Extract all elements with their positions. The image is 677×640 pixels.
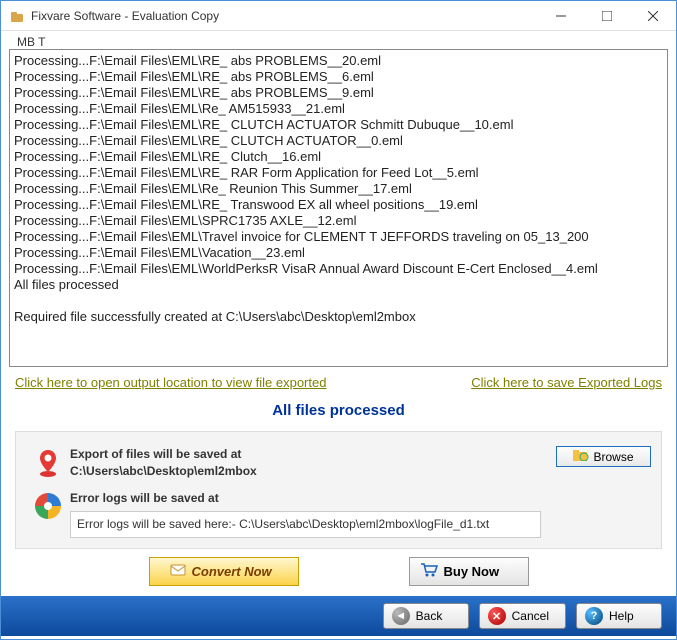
maximize-button[interactable] [584,1,630,31]
log-line: All files processed [14,277,663,293]
browse-button[interactable]: Browse [556,446,651,467]
pie-icon [26,490,70,520]
save-logs-link[interactable]: Click here to save Exported Logs [471,375,662,390]
error-path: Error logs will be saved here:- C:\Users… [70,511,541,538]
app-icon [9,8,25,24]
window-title: Fixvare Software - Evaluation Copy [31,9,538,23]
error-label: Error logs will be saved at [70,491,219,505]
log-line: Processing...F:\Email Files\EML\RE_ Tran… [14,197,663,213]
open-output-link[interactable]: Click here to open output location to vi… [15,375,326,390]
help-button[interactable]: ? Help [576,603,662,629]
log-line: Processing...F:\Email Files\EML\SPRC1735… [14,213,663,229]
log-line: Processing...F:\Email Files\EML\RE_ Clut… [14,149,663,165]
back-button[interactable]: ◄ Back [383,603,469,629]
log-line: Required file successfully created at C:… [14,309,663,325]
convert-button[interactable]: Convert Now [149,557,299,586]
cart-icon [420,562,438,581]
status-text: All files processed [9,398,668,431]
cancel-icon: ✕ [488,607,506,625]
settings-panel: Export of files will be saved at C:\User… [15,431,662,549]
location-icon [26,446,70,478]
log-line: Processing...F:\Email Files\EML\RE_ CLUT… [14,117,663,133]
log-line: Processing...F:\Email Files\EML\RE_ abs … [14,69,663,85]
log-line: Processing...F:\Email Files\EML\Vacation… [14,245,663,261]
convert-icon [170,562,186,581]
help-icon: ? [585,607,603,625]
log-line: Processing...F:\Email Files\EML\Re_ AM51… [14,101,663,117]
log-line [14,293,663,309]
titlebar: Fixvare Software - Evaluation Copy [1,1,676,31]
minimize-button[interactable] [538,1,584,31]
close-button[interactable] [630,1,676,31]
log-line: Processing...F:\Email Files\EML\RE_ CLUT… [14,133,663,149]
log-line: Processing...F:\Email Files\EML\Travel i… [14,229,663,245]
footer-bar: ◄ Back ✕ Cancel ? Help [1,596,676,636]
cancel-button[interactable]: ✕ Cancel [479,603,566,629]
export-label: Export of files will be saved at [70,447,241,461]
truncated-header: MB T [9,35,668,49]
log-line: Processing...F:\Email Files\EML\WorldPer… [14,261,663,277]
folder-icon [573,449,589,464]
buy-button[interactable]: Buy Now [409,557,529,586]
log-line: Processing...F:\Email Files\EML\RE_ RAR … [14,165,663,181]
log-line: Processing...F:\Email Files\EML\RE_ abs … [14,85,663,101]
log-line: Processing...F:\Email Files\EML\Re_ Reun… [14,181,663,197]
log-output[interactable]: Processing...F:\Email Files\EML\RE_ abs … [9,49,668,367]
back-icon: ◄ [392,607,410,625]
export-path: C:\Users\abc\Desktop\eml2mbox [70,464,257,478]
log-line: Processing...F:\Email Files\EML\RE_ abs … [14,53,663,69]
